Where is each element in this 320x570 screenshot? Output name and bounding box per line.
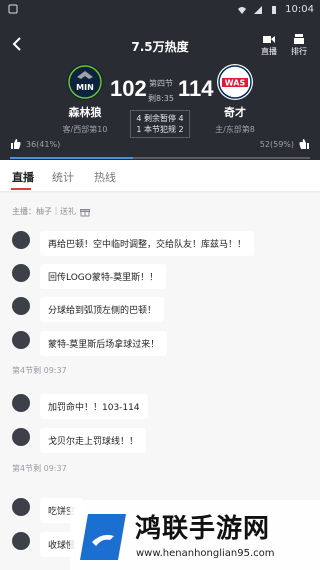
host-text: 主播：柚子｜送礼 <box>12 207 76 216</box>
live-button[interactable]: 直播 <box>258 34 280 57</box>
tab-hotline[interactable]: 热线 <box>94 169 116 185</box>
wizards-logo-icon: WAS <box>218 65 252 99</box>
active-tab-indicator <box>11 188 31 190</box>
list-item: 分球给到弧顶左侧的巴顿！ <box>12 297 165 322</box>
game-period: 第四节 剩8:35 <box>148 78 174 104</box>
watermark-url: www.henanhonglian95.com <box>136 548 275 559</box>
away-vote-count: 52(59%) <box>259 139 294 149</box>
trophy-icon <box>294 34 304 44</box>
avatar <box>12 498 30 516</box>
home-vote-count: 36(41%) <box>26 139 61 149</box>
message-bubble: 回传LOGO蒙特-莫里斯！！ <box>40 264 167 289</box>
tab-live[interactable]: 直播 <box>12 169 34 185</box>
status-time: 10:04 <box>285 4 314 15</box>
list-item: 回传LOGO蒙特-莫里斯！！ <box>12 264 167 289</box>
tab-stats[interactable]: 统计 <box>52 169 74 185</box>
watermark-logo-icon <box>80 514 126 560</box>
message-bubble: 加罚命中！！103-114 <box>40 394 148 419</box>
avatar <box>12 532 30 550</box>
vote-bar <box>10 157 310 159</box>
ranking-label: 排行 <box>291 47 307 56</box>
avatar <box>12 231 30 249</box>
avatar <box>12 297 30 315</box>
support-votes: 36(41%) 52(59%) <box>10 138 310 159</box>
live-label: 直播 <box>261 47 277 56</box>
ranking-button[interactable]: 排行 <box>288 34 310 57</box>
home-vote[interactable]: 36(41%) <box>10 138 60 150</box>
home-score: 102 <box>110 76 147 101</box>
list-item: 加罚命中！！103-114 <box>12 394 148 419</box>
message-bubble: 再给巴顿！空中临时调整，交给队友！库兹马！！ <box>40 231 255 256</box>
list-item: 再给巴顿！空中临时调整，交给队友！库兹马！！ <box>12 231 255 256</box>
host-line: 主播：柚子｜送礼 <box>12 206 90 217</box>
watermark-title: 鸿联手游网 <box>135 514 271 544</box>
tab-bar: 直播 统计 热线 <box>0 160 320 192</box>
game-header: 10:04 7.5万热度 直播 排行 MIN 森林狼 客/西部第10 102 第… <box>0 0 320 160</box>
list-item: 戈贝尔走上罚球线！！ <box>12 428 147 453</box>
away-logo-text: WAS <box>225 79 246 88</box>
battery-icon <box>272 5 277 14</box>
away-team[interactable]: WAS 奇才 主/东部第8 <box>190 64 280 135</box>
away-team-name: 奇才 <box>224 106 246 119</box>
home-logo-text: MIN <box>76 83 94 92</box>
message-bubble: 戈贝尔走上罚球线！！ <box>40 428 147 453</box>
period-label: 第四节 <box>149 79 173 88</box>
list-item: 蒙特-莫里斯后场拿球过来！ <box>12 331 168 356</box>
home-team-standing: 客/西部第10 <box>62 125 108 134</box>
timestamp: 第4节剩 09:37 <box>12 366 67 375</box>
message-bubble: 分球给到弧顶左侧的巴顿！ <box>40 297 165 322</box>
timeout-foul-box: 4 剩余暂停 4 1 本节犯规 2 <box>130 110 190 138</box>
thumbs-up-icon <box>299 139 309 149</box>
gift-icon[interactable] <box>80 207 90 217</box>
team-logo: WAS <box>217 64 253 100</box>
away-team-standing: 主/东部第8 <box>215 125 255 134</box>
timestamp: 第4节剩 09:37 <box>12 464 67 473</box>
avatar <box>12 394 30 412</box>
title-bar: 7.5万热度 直播 排行 <box>0 30 320 60</box>
avatar <box>12 428 30 446</box>
status-bar: 10:04 <box>0 0 320 20</box>
signal-icon <box>254 5 263 14</box>
fouls-line: 1 本节犯规 2 <box>136 125 184 134</box>
game-clock: 剩8:35 <box>148 94 174 103</box>
wifi-icon <box>238 6 247 14</box>
app-icon <box>8 4 18 17</box>
avatar <box>12 264 30 282</box>
vote-bar-fill <box>10 157 133 159</box>
avatar <box>12 331 30 349</box>
camera-icon <box>263 36 275 43</box>
team-logo: MIN <box>67 64 103 100</box>
home-team-name: 森林狼 <box>68 106 102 119</box>
watermark: 鸿联手游网 www.henanhonglian95.com <box>70 500 320 570</box>
away-vote[interactable]: 52(59%) <box>260 138 310 150</box>
thumbs-up-icon <box>11 139 21 149</box>
timeouts-line: 4 剩余暂停 4 <box>136 114 184 123</box>
message-bubble: 蒙特-莫里斯后场拿球过来！ <box>40 331 168 356</box>
timberwolves-logo-icon: MIN <box>68 65 102 99</box>
